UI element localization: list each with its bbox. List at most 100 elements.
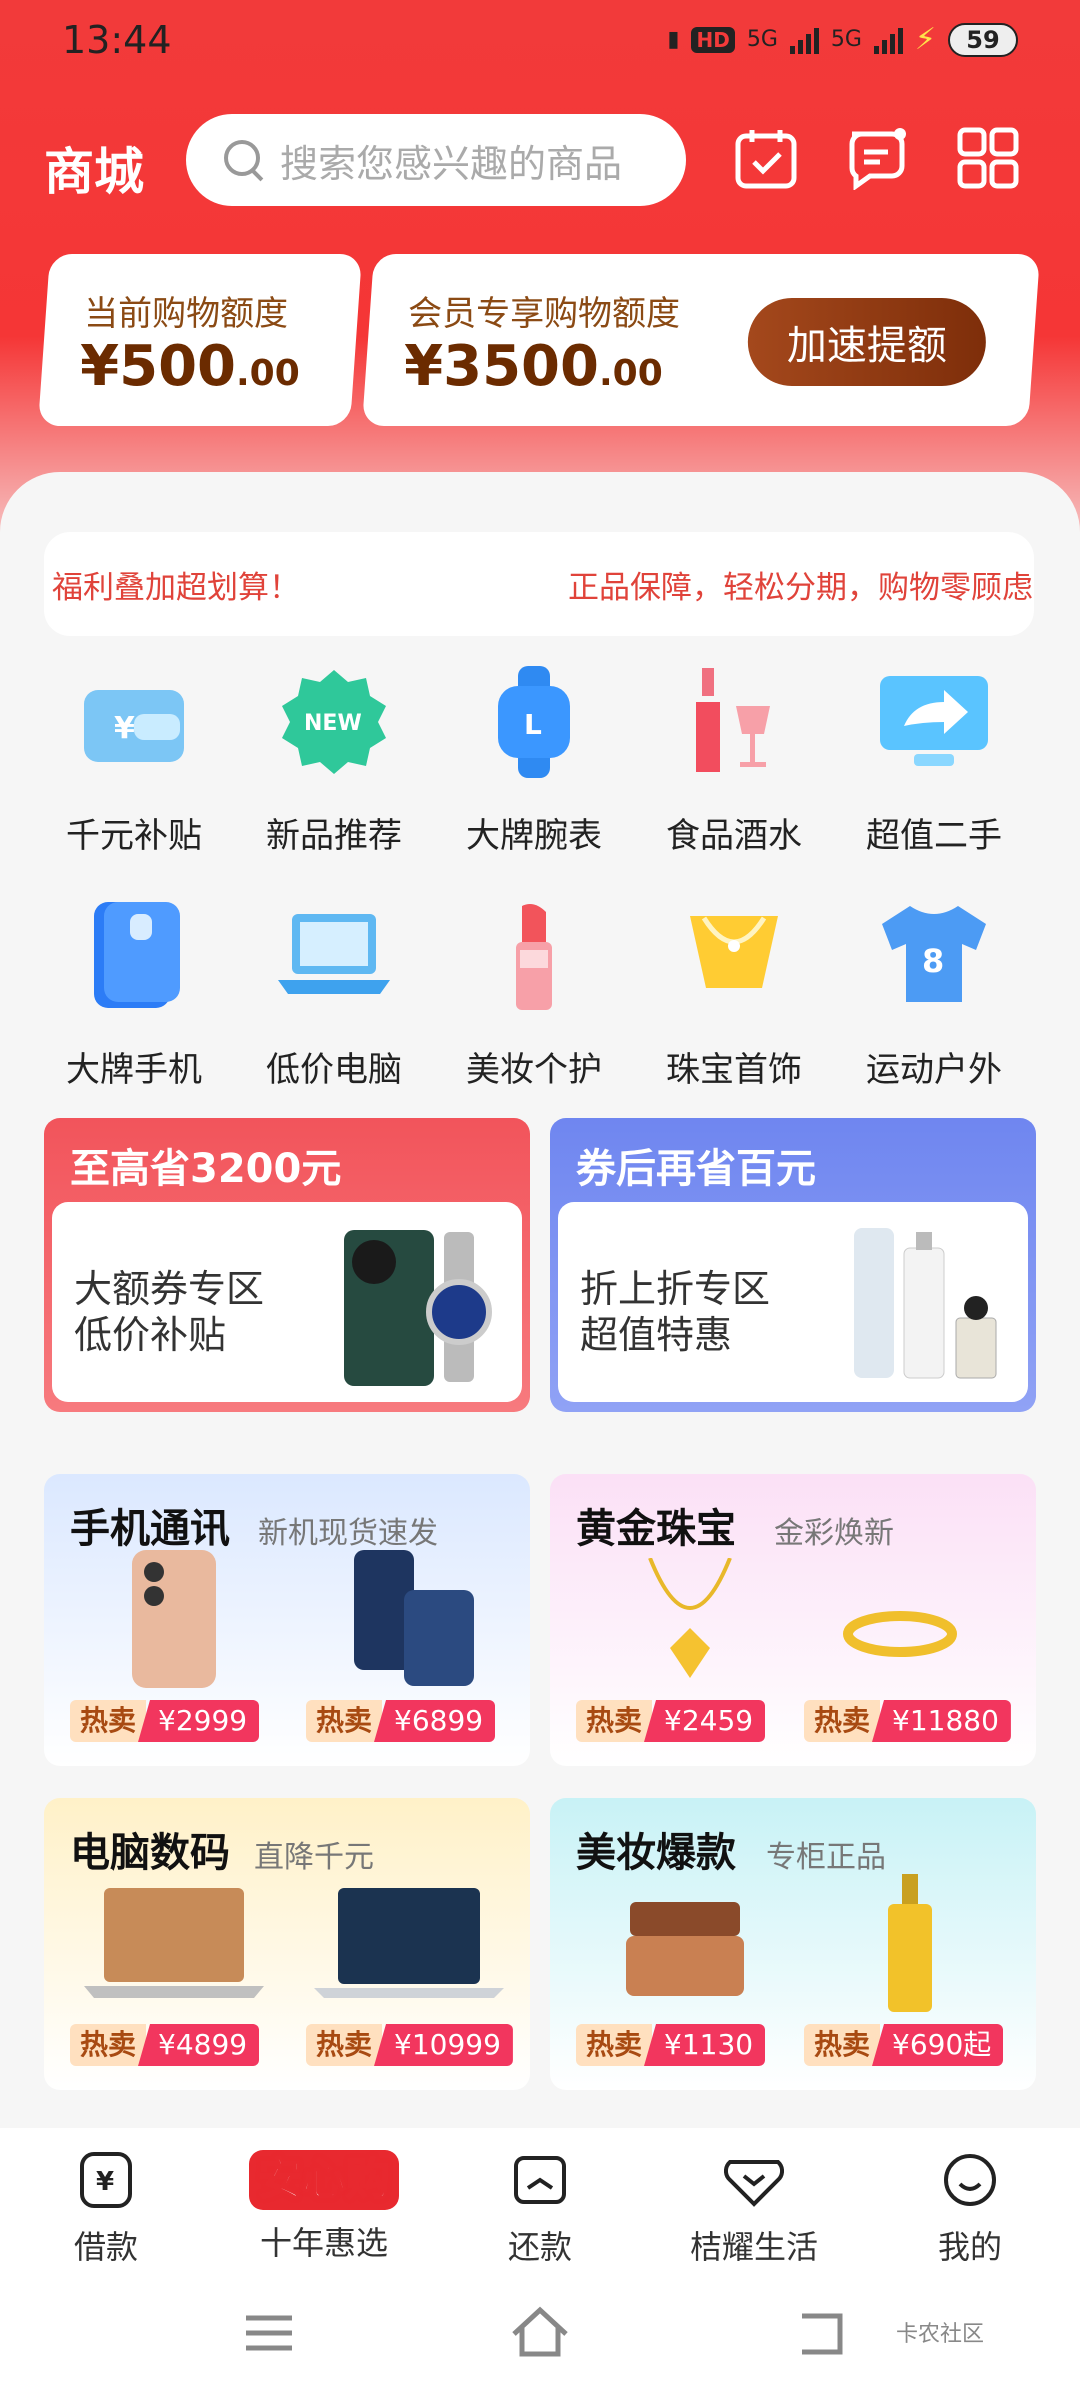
wallet-icon: ¥ — [84, 690, 184, 762]
menu-icon[interactable] — [242, 2306, 296, 2360]
category-beauty[interactable]: 美妆个护 — [434, 896, 634, 1096]
price-tag: 热卖 ¥690起 — [804, 2024, 1004, 2066]
home-icon[interactable] — [508, 2304, 572, 2360]
profile-smile-icon — [944, 2154, 996, 2206]
vibrate-icon: ▮ — [667, 27, 680, 52]
network-label: 5G — [746, 27, 778, 52]
cosmetics-image — [854, 1228, 997, 1379]
phone-icon — [94, 902, 180, 1008]
nav-mine[interactable]: 我的 — [870, 2150, 1070, 2268]
promo-line2: 低价补贴 — [74, 1313, 227, 1357]
message-icon[interactable] — [844, 126, 908, 190]
category-watch[interactable]: L 大牌腕表 — [434, 662, 634, 862]
current-quota-card[interactable]: 当前购物额度 ¥500.00 — [37, 254, 363, 426]
nav-label: 借款 — [73, 2228, 138, 2266]
member-quota-cents: .00 — [598, 353, 663, 394]
system-nav-bar: 卡农社区 — [0, 2270, 1080, 2408]
category-food-drink[interactable]: 食品酒水 — [634, 662, 834, 862]
nav-loan[interactable]: ¥ 借款 — [6, 2150, 206, 2268]
svg-text:¥: ¥ — [114, 711, 135, 746]
category-label: 低价电脑 — [266, 1050, 402, 1090]
svg-text:8: 8 — [922, 942, 944, 980]
product-necklace-image — [648, 1558, 732, 1678]
current-quota-cents: .00 — [236, 353, 300, 394]
category-label: 运动户外 — [866, 1050, 1002, 1090]
category-label: 食品酒水 — [666, 816, 802, 856]
nav-selection[interactable]: 安心购 十年惠选 — [224, 2150, 424, 2264]
nav-repay[interactable]: 还款 — [440, 2150, 640, 2268]
hd-icon: HD — [691, 26, 735, 53]
hot-label: 热卖 — [306, 2024, 383, 2066]
notice-right-text: 正品保障，轻松分期，购物零顾虑 — [568, 570, 1033, 606]
price-value: ¥4899 — [138, 2024, 260, 2066]
heart-life-icon — [723, 2160, 785, 2207]
category-sports[interactable]: 8 运动户外 — [834, 896, 1034, 1096]
current-quota-value: ¥500 — [80, 334, 237, 399]
status-icons: ▮ HD 5G 5G ⚡ 59 — [667, 22, 1018, 57]
category-jewelry[interactable]: 珠宝首饰 — [634, 896, 834, 1096]
network-label-2: 5G — [830, 27, 862, 52]
search-input[interactable]: 搜索您感兴趣的商品 — [186, 114, 686, 206]
tile-title: 黄金珠宝 — [576, 1506, 736, 1552]
price-value: ¥6899 — [374, 1700, 496, 1742]
product-cream-image — [626, 1902, 744, 1996]
member-quota-card[interactable]: 会员专享购物额度 ¥3500.00 加速提额 — [361, 254, 1041, 426]
price-value: ¥1130 — [644, 2024, 766, 2066]
member-quota-amount: ¥3500.00 — [404, 334, 663, 399]
hot-label: 热卖 — [306, 1700, 383, 1742]
price-value: ¥2459 — [644, 1700, 766, 1742]
signal-icon — [789, 26, 819, 54]
price-value: ¥10999 — [374, 2024, 513, 2066]
price-tag: 热卖 ¥10999 — [306, 2024, 513, 2066]
status-time: 13:44 — [62, 18, 172, 62]
price-value: ¥2999 — [138, 1700, 260, 1742]
tile-subtitle: 专柜正品 — [766, 1840, 886, 1875]
jersey-icon: 8 — [882, 906, 986, 1002]
nav-life[interactable]: 桔耀生活 — [654, 2150, 854, 2268]
watch-icon: L — [498, 666, 570, 778]
notice-banner[interactable]: 福利叠加超划算！ 正品保障，轻松分期，购物零顾虑 — [44, 532, 1034, 636]
category-label: 珠宝首饰 — [666, 1050, 802, 1090]
promo-discount-card[interactable]: 券后再省百元 折上折专区 超值特惠 — [550, 1118, 1036, 1412]
category-label: 千元补贴 — [66, 816, 202, 856]
calendar-check-icon[interactable] — [734, 126, 798, 190]
promo-coupon-card[interactable]: 至高省3200元 大额券专区 低价补贴 — [44, 1118, 530, 1412]
tile-beauty-hot[interactable]: 美妆爆款 专柜正品 热卖 ¥1130 热卖 ¥690起 — [550, 1798, 1036, 2090]
promo-heading: 至高省3200元 — [70, 1146, 342, 1192]
category-subsidy[interactable]: ¥ 千元补贴 — [34, 662, 234, 862]
price-tag: 热卖 ¥6899 — [306, 1700, 496, 1742]
laptop-icon — [278, 914, 390, 994]
price-tag: 热卖 ¥2459 — [576, 1700, 766, 1742]
current-quota-amount: ¥500.00 — [80, 334, 300, 399]
hot-label: 热卖 — [70, 2024, 147, 2066]
price-tag: 热卖 ¥11880 — [804, 1700, 1011, 1742]
boost-quota-button[interactable]: 加速提额 — [747, 298, 986, 386]
category-label: 大牌手机 — [66, 1050, 202, 1090]
category-computer[interactable]: 低价电脑 — [234, 896, 434, 1096]
phone-watch-image — [344, 1230, 492, 1386]
svg-text:L: L — [524, 708, 542, 741]
svg-text:¥: ¥ — [96, 2167, 114, 2197]
hot-label: 热卖 — [576, 1700, 653, 1742]
tile-phones[interactable]: 手机通讯 新机现货速发 热卖 ¥2999 热卖 ¥6899 — [44, 1474, 530, 1766]
notice-left-text: 福利叠加超划算！ — [52, 570, 300, 606]
price-tag: 热卖 ¥2999 — [70, 1700, 260, 1742]
tile-subtitle: 新机现货速发 — [258, 1516, 438, 1551]
tile-title: 美妆爆款 — [576, 1830, 736, 1876]
tile-computers[interactable]: 电脑数码 直降千元 热卖 ¥4899 热卖 ¥10999 — [44, 1798, 530, 2090]
category-new[interactable]: NEW 新品推荐 — [234, 662, 434, 862]
tile-subtitle: 直降千元 — [254, 1840, 374, 1875]
category-phone[interactable]: 大牌手机 — [34, 896, 234, 1096]
promo-heading: 券后再省百元 — [576, 1146, 816, 1192]
necklace-icon — [690, 916, 778, 988]
back-icon[interactable] — [796, 2306, 850, 2360]
promo-inner: 大额券专区 低价补贴 — [52, 1202, 522, 1402]
tile-gold-jewelry[interactable]: 黄金珠宝 金彩焕新 热卖 ¥2459 热卖 ¥11880 — [550, 1474, 1036, 1766]
tile-title: 手机通讯 — [70, 1506, 230, 1552]
category-second-hand[interactable]: 超值二手 — [834, 662, 1034, 862]
search-icon — [222, 138, 266, 182]
member-quota-label: 会员专享购物额度 — [408, 294, 681, 334]
category-label: 超值二手 — [866, 816, 1002, 856]
new-badge-text: NEW — [304, 711, 362, 736]
grid-menu-icon[interactable] — [956, 126, 1020, 190]
